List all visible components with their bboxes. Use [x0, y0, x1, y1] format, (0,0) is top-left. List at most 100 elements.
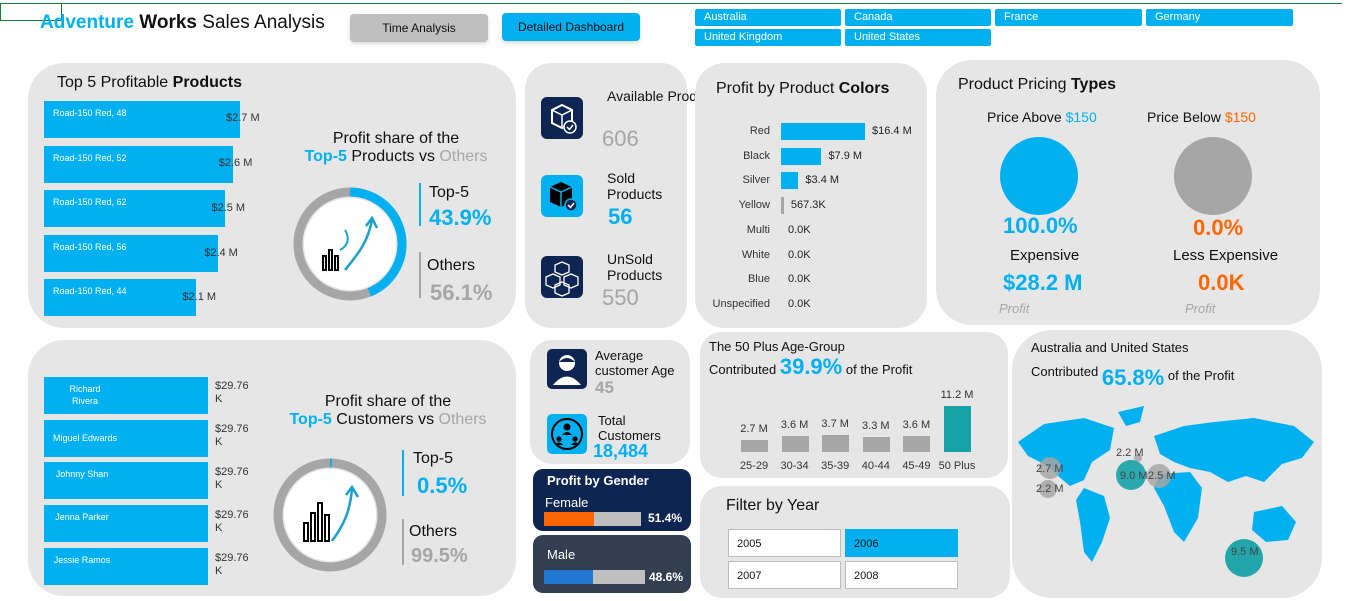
product-value: $2.1 M [182, 291, 217, 303]
customer-top5-value: 0.5% [417, 473, 468, 498]
product-bar[interactable]: Road-150 Red, 62 [44, 190, 226, 227]
customer-share-donut [273, 458, 387, 572]
age-category-label: 35-39 [821, 460, 850, 472]
color-label: Unspecified [712, 297, 770, 310]
pricing-title: Product Pricing Types [958, 76, 1117, 93]
pricing-panel [936, 60, 1320, 325]
less-expensive-pct: 0.0% [1193, 215, 1244, 240]
country-united-states[interactable]: United States [845, 29, 991, 46]
color-bar[interactable] [781, 147, 822, 165]
sold-products-value: 56 [608, 204, 633, 229]
country-united-kingdom[interactable]: United Kingdom [695, 29, 841, 46]
product-bar[interactable]: Road-150 Red, 56 [44, 235, 219, 272]
age-bar[interactable] [903, 435, 931, 452]
age-bar[interactable] [822, 435, 850, 452]
customer-bar[interactable]: Richard Rivera [44, 377, 208, 414]
detailed-dashboard-button[interactable]: Detailed Dashboard [502, 13, 640, 41]
color-bar[interactable] [781, 197, 784, 215]
product-share-donut [293, 187, 407, 301]
customer-bar[interactable]: Jessie Ramos [44, 548, 208, 585]
age-bar[interactable] [944, 406, 971, 452]
country-australia[interactable]: Australia [695, 9, 841, 26]
product-bar[interactable]: Road-150 Red, 48 [44, 101, 240, 138]
color-value: 567.3K [790, 199, 826, 212]
product-value: $2.7 M [226, 112, 260, 124]
customer-value: $29.76 K [215, 423, 249, 448]
customer-value: $29.76 K [215, 552, 249, 577]
less-expensive-label: Less Expensive [1173, 247, 1279, 264]
age-bar[interactable] [741, 439, 768, 452]
customer-value: $29.76 K [215, 466, 249, 491]
top5-divider [402, 450, 404, 496]
year-2005-button[interactable]: 2005 [728, 529, 841, 557]
country-france[interactable]: France [995, 9, 1142, 26]
age-bar[interactable] [781, 435, 809, 452]
customer-bar[interactable]: Johnny Shan [44, 462, 208, 499]
male-bar-fill [544, 570, 594, 584]
price-above-label: Price Above $150 [987, 109, 1097, 125]
country-germany[interactable]: Germany [1146, 9, 1293, 26]
color-label: White [741, 248, 770, 261]
customer-avatar-icon [547, 349, 587, 389]
year-2007-button[interactable]: 2007 [728, 561, 841, 589]
sold-products-label: Sold Products [607, 170, 663, 202]
age-value-label: 11.2 M [940, 389, 974, 401]
age-category-label: 40-44 [861, 460, 890, 472]
color-value: 0.0K [788, 297, 811, 310]
customer-bar[interactable]: Miguel Edwards [44, 420, 208, 457]
sold-box-icon [541, 175, 583, 217]
age-value-label: 2.7 M [740, 422, 768, 435]
male-value: 48.6% [649, 570, 684, 584]
others-divider [402, 519, 404, 565]
color-value: $3.4 M [805, 174, 840, 187]
bubble-label: 2.7 M [1036, 463, 1064, 475]
product-top5-label: Top-5 [429, 184, 470, 201]
color-bar[interactable] [781, 123, 865, 140]
top-products-title: Top 5 Profitable Products [57, 74, 242, 91]
boxes-stack-icon [541, 256, 583, 298]
map-line1: Australia and United States [1031, 340, 1189, 355]
top5-divider [419, 183, 421, 226]
color-bar[interactable] [781, 172, 799, 190]
bubble-label: 9.0 M [1120, 470, 1148, 482]
bubble-label: 2.2 M [1036, 483, 1064, 495]
year-2008-button[interactable]: 2008 [845, 561, 958, 589]
country-canada[interactable]: Canada [845, 9, 991, 26]
donut-hole [304, 198, 396, 290]
box-check-icon [541, 97, 583, 139]
color-value: 0.0K [788, 273, 811, 286]
bubble-label: 9.5 M [1231, 546, 1259, 558]
time-analysis-button[interactable]: Time Analysis [350, 14, 488, 42]
color-label: Silver [742, 174, 770, 187]
expensive-profit-label: Profit [999, 301, 1030, 316]
male-bar-track [544, 570, 645, 584]
expensive-circle [1000, 137, 1078, 215]
product-bar[interactable]: Road-150 Red, 44 [44, 279, 197, 316]
avg-age-label: Average customer Age [595, 348, 675, 378]
network-users-icon [547, 414, 587, 454]
product-others-label: Others [427, 257, 476, 274]
customer-bar[interactable]: Jenna Parker [44, 505, 208, 542]
unsold-products-value: 550 [602, 285, 639, 310]
product-bar[interactable]: Road-150 Red, 52 [44, 146, 233, 183]
bubble-9.5m [1225, 539, 1263, 577]
year-2006-button[interactable]: 2006 [845, 529, 958, 557]
age-group-line1: The 50 Plus Age-Group [709, 339, 845, 354]
color-label: Black [743, 149, 770, 162]
age-category-label: 50 Plus [938, 460, 976, 472]
colors-title: Profit by Product Colors [716, 80, 890, 97]
page-title: Adventure Works Sales Analysis [40, 12, 325, 33]
price-below-label: Price Below $150 [1147, 109, 1256, 125]
color-value: $16.4 M [872, 125, 912, 137]
product-value: $2.5 M [211, 202, 246, 214]
customer-value: $29.76 K [215, 509, 249, 534]
unsold-products-label: UnSold Products [607, 251, 663, 283]
expensive-pct: 100.0% [1003, 213, 1078, 238]
color-label: Blue [747, 273, 770, 286]
others-divider [419, 252, 421, 298]
female-bar-track [544, 512, 641, 526]
color-value: $7.9 M [828, 149, 863, 162]
available-products-value: 606 [602, 126, 639, 151]
age-category-label: 45-49 [902, 460, 931, 472]
age-bar[interactable] [862, 437, 890, 452]
